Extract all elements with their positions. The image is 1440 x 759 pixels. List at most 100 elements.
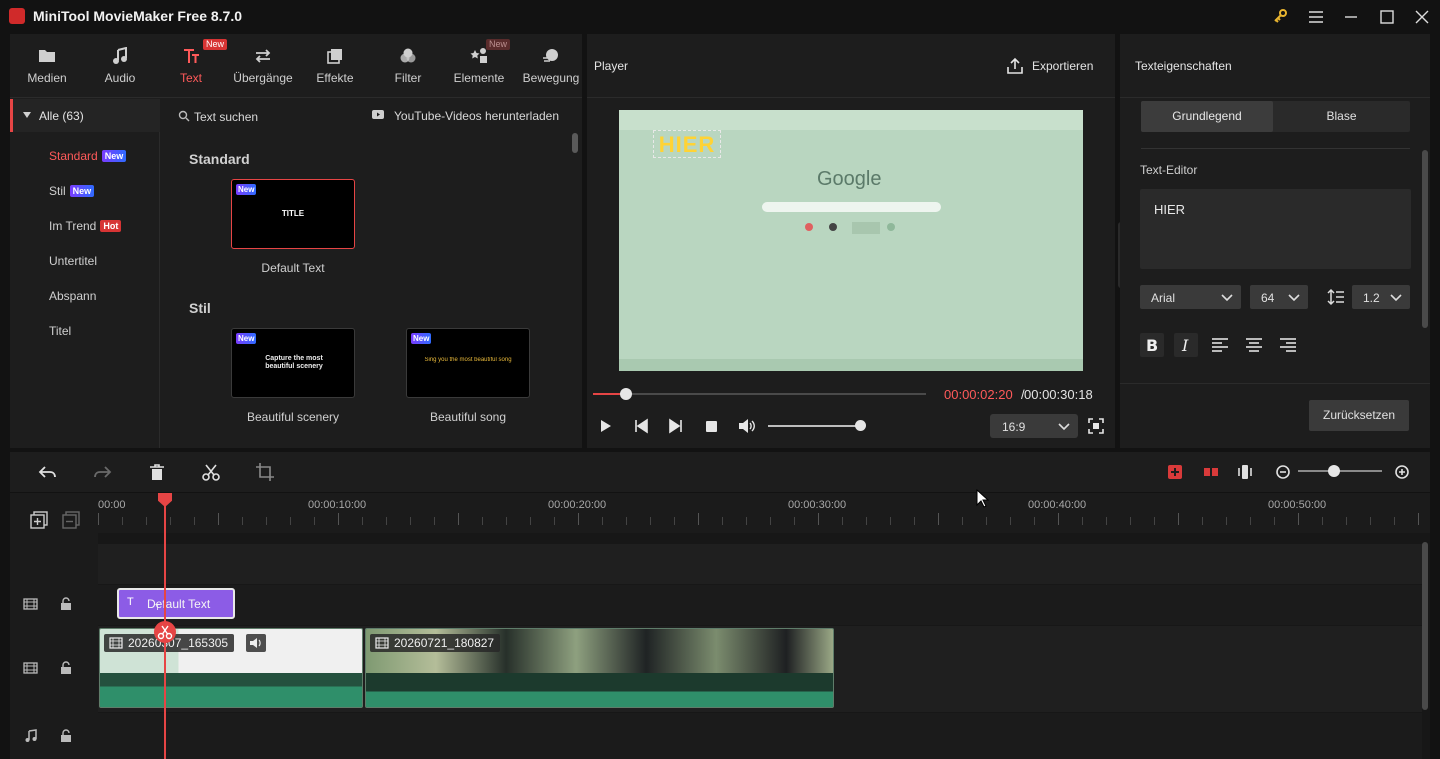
tab-blase[interactable]: Blase xyxy=(1273,101,1410,132)
bold-icon[interactable]: B xyxy=(1140,333,1164,357)
category-label: Abspann xyxy=(49,289,97,303)
zoom-slider[interactable] xyxy=(1298,470,1382,472)
youtube-download-link[interactable]: YouTube-Videos herunterladen xyxy=(394,109,559,123)
ruler-tick xyxy=(842,517,843,525)
text-track xyxy=(98,585,1422,625)
text-clip[interactable]: TT Default Text xyxy=(117,588,235,619)
align-left-icon[interactable] xyxy=(1208,333,1232,357)
line-spacing-dropdown[interactable]: 1.2 xyxy=(1352,285,1410,309)
category-stil[interactable]: Stil New xyxy=(49,184,95,198)
seek-handle[interactable] xyxy=(620,388,632,400)
thumbnail-text: TITLE xyxy=(281,209,305,218)
zoom-out-icon[interactable] xyxy=(1273,462,1293,482)
tab-effekte[interactable]: Effekte xyxy=(298,34,372,98)
split-scissors-icon[interactable] xyxy=(201,462,221,482)
remove-track-icon[interactable] xyxy=(62,511,80,529)
transition-arrows-icon xyxy=(226,47,300,65)
delete-icon[interactable] xyxy=(147,462,167,482)
align-right-icon[interactable] xyxy=(1276,333,1300,357)
video-clip[interactable]: 20260721_180827 xyxy=(365,628,834,708)
category-standard[interactable]: Standard New xyxy=(49,149,127,163)
tab-label: Audio xyxy=(104,71,136,85)
minimize-icon[interactable] xyxy=(1341,7,1361,27)
category-im-trend[interactable]: Im Trend Hot xyxy=(49,219,122,233)
ruler-tick xyxy=(890,517,891,525)
ruler-tick xyxy=(602,517,603,525)
undo-icon[interactable] xyxy=(38,462,58,482)
volume-icon[interactable] xyxy=(737,416,757,436)
snap-icon[interactable] xyxy=(1201,462,1221,482)
chevron-down-icon xyxy=(1390,291,1402,303)
media-scrollbar[interactable] xyxy=(572,133,578,153)
category-untertitel[interactable]: Untertitel xyxy=(49,254,97,268)
ruler-tick xyxy=(962,517,963,525)
volume-handle[interactable] xyxy=(855,420,866,431)
audio-wave-icon[interactable] xyxy=(1235,462,1255,482)
zoom-handle[interactable] xyxy=(1328,465,1340,477)
lock-icon[interactable] xyxy=(58,728,74,744)
stop-icon[interactable] xyxy=(702,416,722,436)
seek-bar[interactable] xyxy=(593,393,926,395)
clip-name: 20260307_165305 xyxy=(128,636,229,650)
redo-icon[interactable] xyxy=(92,462,112,482)
playhead-scissors-icon[interactable] xyxy=(154,621,176,643)
tab-bewegung[interactable]: Bewegung xyxy=(516,34,586,98)
total-time: 00:00:30:18 xyxy=(1024,387,1093,402)
italic-icon[interactable]: I xyxy=(1174,333,1198,357)
font-size-value: 64 xyxy=(1261,291,1275,305)
default-text-thumbnail[interactable]: New TITLE xyxy=(231,179,355,249)
text-editor-field[interactable]: HIER xyxy=(1140,189,1411,269)
video-clip[interactable]: 20260307_165305 xyxy=(99,628,363,708)
new-badge: New xyxy=(486,39,511,50)
beautiful-song-thumbnail[interactable]: New Sing you the most beautiful song xyxy=(406,328,530,398)
add-track-icon[interactable] xyxy=(30,511,48,529)
lock-icon[interactable] xyxy=(58,660,74,676)
key-icon[interactable] xyxy=(1270,7,1290,27)
ruler-label: 00:00:40:00 xyxy=(1028,499,1087,511)
timeline-ruler[interactable]: 00:00 00:00:10:00 00:00:20:00 00:00:30:0… xyxy=(98,493,1430,533)
tab-audio[interactable]: Audio xyxy=(83,34,157,98)
tab-elemente[interactable]: New Elemente xyxy=(442,34,516,98)
volume-slider[interactable] xyxy=(768,425,861,427)
ruler-tick xyxy=(338,513,339,525)
app-title: MiniTool MovieMaker Free 8.7.0 xyxy=(33,8,243,24)
category-abspann[interactable]: Abspann xyxy=(49,289,96,303)
tab-grundlegend[interactable]: Grundlegend xyxy=(1141,101,1273,132)
reset-button[interactable]: Zurücksetzen xyxy=(1309,400,1409,431)
ruler-tick xyxy=(290,517,291,525)
export-button[interactable]: Exportieren xyxy=(1032,59,1093,73)
lock-icon[interactable] xyxy=(58,596,74,612)
align-center-icon[interactable] xyxy=(1242,333,1266,357)
timeline-scrollbar[interactable] xyxy=(1422,542,1428,710)
search-input[interactable]: Text suchen xyxy=(194,110,258,124)
next-frame-icon[interactable] xyxy=(666,416,686,436)
fullscreen-icon[interactable] xyxy=(1086,416,1106,436)
close-icon[interactable] xyxy=(1412,7,1432,27)
play-icon[interactable] xyxy=(595,416,615,436)
ruler-tick xyxy=(938,513,939,525)
category-all[interactable]: Alle (63) xyxy=(10,99,160,132)
tab-label: Text xyxy=(179,71,202,85)
category-titel[interactable]: Titel xyxy=(49,324,71,338)
crop-icon[interactable] xyxy=(255,462,275,482)
ruler-tick xyxy=(530,517,531,525)
tab-label: Effekte xyxy=(316,71,354,85)
ruler-tick xyxy=(1226,517,1227,525)
tab-medien[interactable]: Medien xyxy=(10,34,84,98)
speaker-icon[interactable] xyxy=(246,634,266,652)
font-family-dropdown[interactable]: Arial xyxy=(1140,285,1241,309)
zoom-in-icon[interactable] xyxy=(1392,462,1412,482)
maximize-icon[interactable] xyxy=(1377,7,1397,27)
aspect-ratio-dropdown[interactable]: 16:9 xyxy=(990,414,1078,438)
track-split-icon[interactable] xyxy=(1165,462,1185,482)
font-size-dropdown[interactable]: 64 xyxy=(1250,285,1308,309)
properties-scrollbar[interactable] xyxy=(1422,150,1428,328)
tab-text[interactable]: New Text xyxy=(154,34,228,98)
tab-uebergaenge[interactable]: Übergänge xyxy=(226,34,300,98)
previous-frame-icon[interactable] xyxy=(631,416,651,436)
video-preview[interactable]: HIER Google xyxy=(619,110,1083,371)
beautiful-scenery-thumbnail[interactable]: New Capture the most beautiful scenery xyxy=(231,328,355,398)
menu-icon[interactable] xyxy=(1306,7,1326,27)
preview-text-overlay[interactable]: HIER xyxy=(653,130,721,158)
tab-filter[interactable]: Filter xyxy=(371,34,445,98)
